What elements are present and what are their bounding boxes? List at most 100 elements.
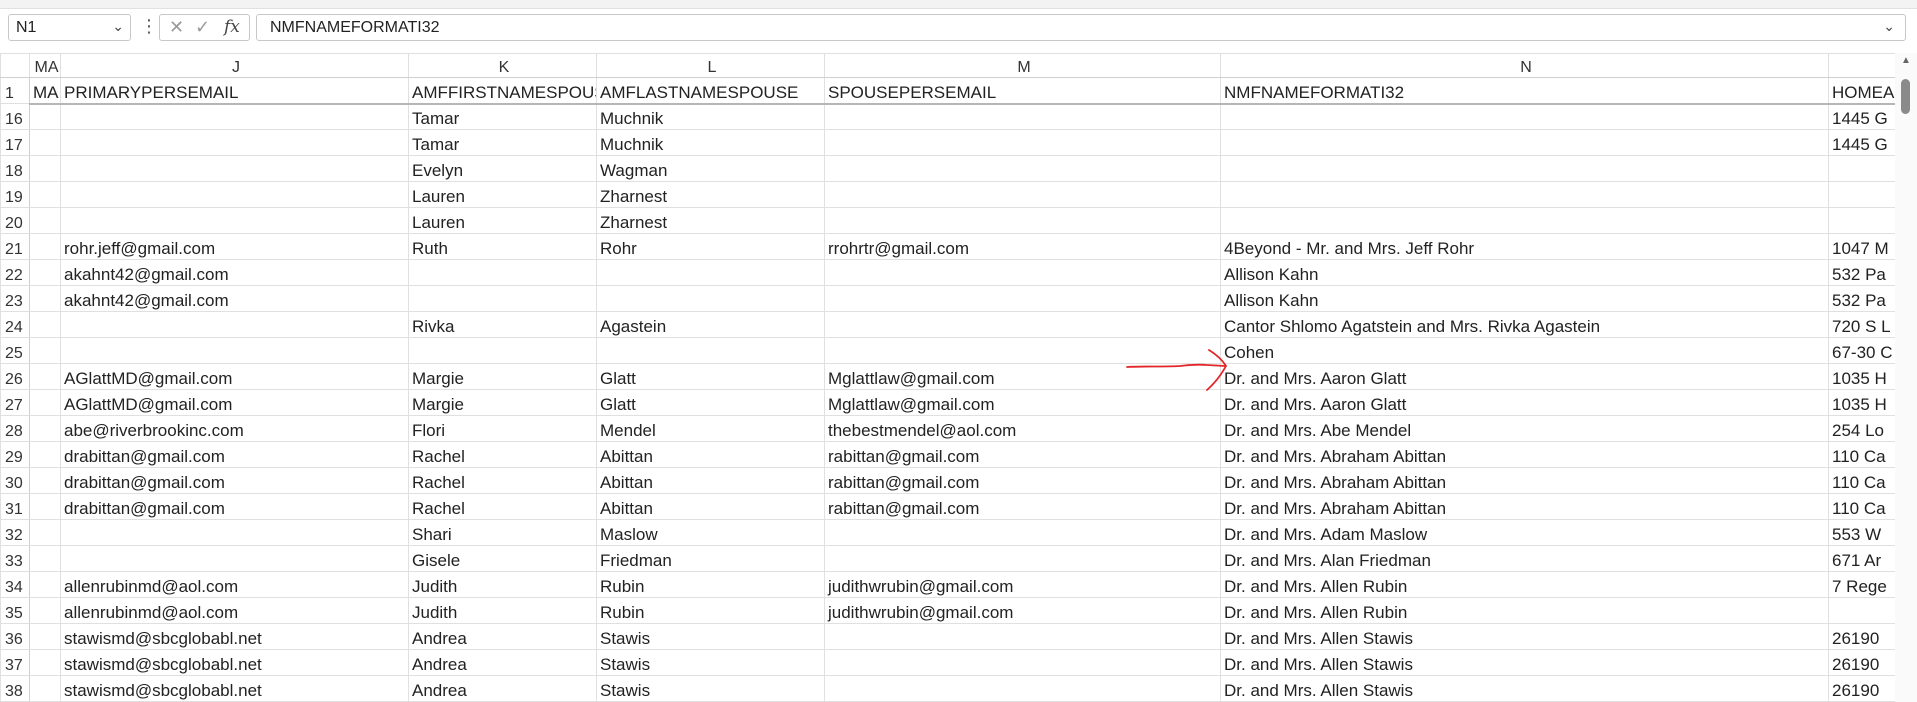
cell[interactable]: Gisele (408, 545, 597, 572)
cell[interactable] (824, 207, 1221, 234)
cell[interactable]: Rachel (408, 467, 597, 494)
cell[interactable]: Dr. and Mrs. Aaron Glatt (1220, 389, 1829, 416)
cell[interactable]: drabittan@gmail.com (60, 441, 409, 468)
cell[interactable] (596, 259, 825, 286)
insert-function-icon[interactable]: fx (224, 17, 240, 37)
cell[interactable] (60, 181, 409, 208)
cell[interactable] (1220, 207, 1829, 234)
row-header[interactable]: 20 (0, 207, 30, 234)
cell[interactable]: Flori (408, 415, 597, 442)
cell[interactable]: Cantor Shlomo Agatstein and Mrs. Rivka A… (1220, 311, 1829, 338)
cell[interactable]: Margie (408, 363, 597, 390)
cell[interactable]: 110 Ca (1828, 441, 1895, 468)
cell[interactable]: Dr. and Mrs. Allen Stawis (1220, 623, 1829, 650)
cell[interactable]: Dr. and Mrs. Allen Rubin (1220, 571, 1829, 598)
cell[interactable] (29, 389, 61, 416)
cell[interactable]: rohr.jeff@gmail.com (60, 233, 409, 260)
row-header[interactable]: 22 (0, 259, 30, 286)
cell[interactable]: drabittan@gmail.com (60, 493, 409, 520)
cell[interactable]: Judith (408, 597, 597, 624)
cell[interactable]: stawismd@sbcglobabl.net (60, 649, 409, 676)
row-header[interactable]: 36 (0, 623, 30, 650)
cell[interactable]: Dr. and Mrs. Abraham Abittan (1220, 441, 1829, 468)
cell[interactable] (29, 233, 61, 260)
cell[interactable] (1220, 129, 1829, 156)
cell[interactable] (1220, 103, 1829, 130)
cell[interactable]: Allison Kahn (1220, 285, 1829, 312)
cell[interactable]: Dr. and Mrs. Abe Mendel (1220, 415, 1829, 442)
row-header[interactable]: 35 (0, 597, 30, 624)
cell[interactable]: 67-30 C (1828, 337, 1895, 364)
cell[interactable] (29, 597, 61, 624)
cell[interactable]: 26190 (1828, 649, 1895, 676)
cell[interactable]: akahnt42@gmail.com (60, 285, 409, 312)
cell[interactable]: Agastein (596, 311, 825, 338)
cell[interactable]: Rachel (408, 493, 597, 520)
cell[interactable]: allenrubinmd@aol.com (60, 597, 409, 624)
cell[interactable]: drabittan@gmail.com (60, 467, 409, 494)
cell[interactable]: 532 Pa (1828, 285, 1895, 312)
cell[interactable] (1828, 597, 1895, 624)
formula-input[interactable]: NMFNAMEFORMATI32 ⌄ (256, 14, 1906, 41)
cell[interactable]: Abittan (596, 441, 825, 468)
cell[interactable] (29, 155, 61, 182)
column-header[interactable]: L (596, 53, 825, 78)
cell[interactable]: Rohr (596, 233, 825, 260)
cell[interactable]: thebestmendel@aol.com (824, 415, 1221, 442)
column-header[interactable]: K (408, 53, 597, 78)
cell[interactable] (60, 155, 409, 182)
cell[interactable]: 553 W (1828, 519, 1895, 546)
cell[interactable] (60, 519, 409, 546)
cell[interactable]: Tamar (408, 129, 597, 156)
cell[interactable] (824, 545, 1221, 572)
header-cell[interactable]: AMFLASTNAMESPOUSE (596, 77, 825, 105)
cell[interactable] (408, 259, 597, 286)
header-cell[interactable]: MA (29, 77, 61, 105)
row-header[interactable]: 25 (0, 337, 30, 364)
row-header[interactable]: 33 (0, 545, 30, 572)
chevron-down-icon[interactable]: ⌄ (112, 18, 124, 35)
cell[interactable] (60, 103, 409, 130)
cell[interactable]: Glatt (596, 389, 825, 416)
cell[interactable]: Cohen (1220, 337, 1829, 364)
header-cell[interactable]: AMFFIRSTNAMESPOUSE (408, 77, 597, 105)
cell[interactable]: Tamar (408, 103, 597, 130)
cell[interactable]: akahnt42@gmail.com (60, 259, 409, 286)
cell[interactable]: 7 Rege (1828, 571, 1895, 598)
cell[interactable] (29, 259, 61, 286)
cell[interactable] (824, 623, 1221, 650)
row-header[interactable]: 38 (0, 675, 30, 702)
cell[interactable] (29, 493, 61, 520)
cell[interactable] (29, 545, 61, 572)
row-header[interactable]: 29 (0, 441, 30, 468)
scroll-up-icon[interactable]: ▲ (1901, 55, 1911, 66)
row-header[interactable]: 37 (0, 649, 30, 676)
cell[interactable]: Dr. and Mrs. Abraham Abittan (1220, 493, 1829, 520)
cell[interactable] (29, 103, 61, 130)
cell[interactable]: Wagman (596, 155, 825, 182)
row-header[interactable]: 1 (0, 77, 30, 104)
cell[interactable]: 26190 (1828, 675, 1895, 702)
cell[interactable]: 110 Ca (1828, 493, 1895, 520)
row-header[interactable]: 32 (0, 519, 30, 546)
scrollbar-thumb[interactable] (1901, 79, 1910, 114)
row-header[interactable]: 34 (0, 571, 30, 598)
cell[interactable]: Evelyn (408, 155, 597, 182)
column-header[interactable]: M (824, 53, 1221, 78)
cell[interactable]: Margie (408, 389, 597, 416)
cell[interactable] (29, 415, 61, 442)
cell[interactable] (29, 467, 61, 494)
cell[interactable]: Rachel (408, 441, 597, 468)
cell[interactable]: 671 Ar (1828, 545, 1895, 572)
cell[interactable]: 720 S L (1828, 311, 1895, 338)
cell[interactable]: stawismd@sbcglobabl.net (60, 675, 409, 702)
column-header[interactable]: N (1220, 53, 1829, 78)
cell[interactable]: 532 Pa (1828, 259, 1895, 286)
cell[interactable]: Lauren (408, 181, 597, 208)
cell[interactable]: rabittan@gmail.com (824, 441, 1221, 468)
cell[interactable]: Dr. and Mrs. Allen Rubin (1220, 597, 1829, 624)
cell[interactable]: Muchnik (596, 129, 825, 156)
cell[interactable]: Rubin (596, 597, 825, 624)
cell[interactable]: Maslow (596, 519, 825, 546)
cell[interactable] (29, 519, 61, 546)
